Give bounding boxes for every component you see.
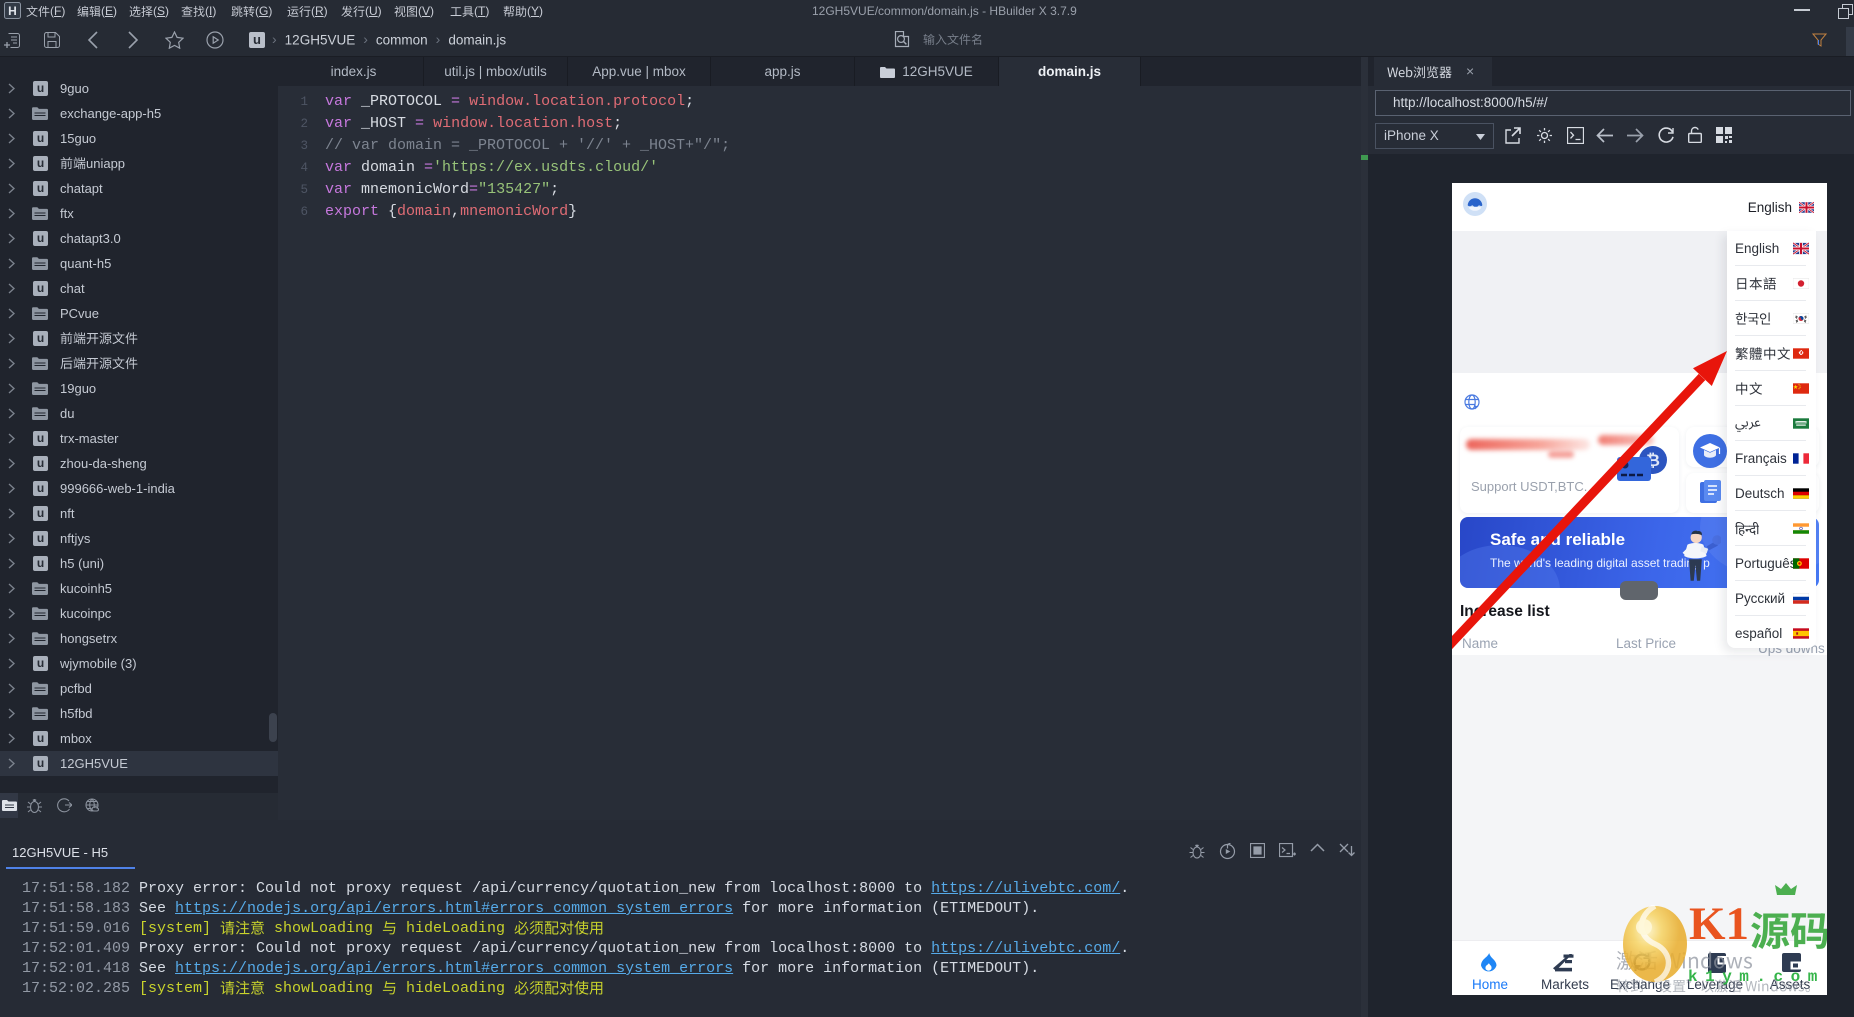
svg-text:H: H — [8, 4, 17, 18]
